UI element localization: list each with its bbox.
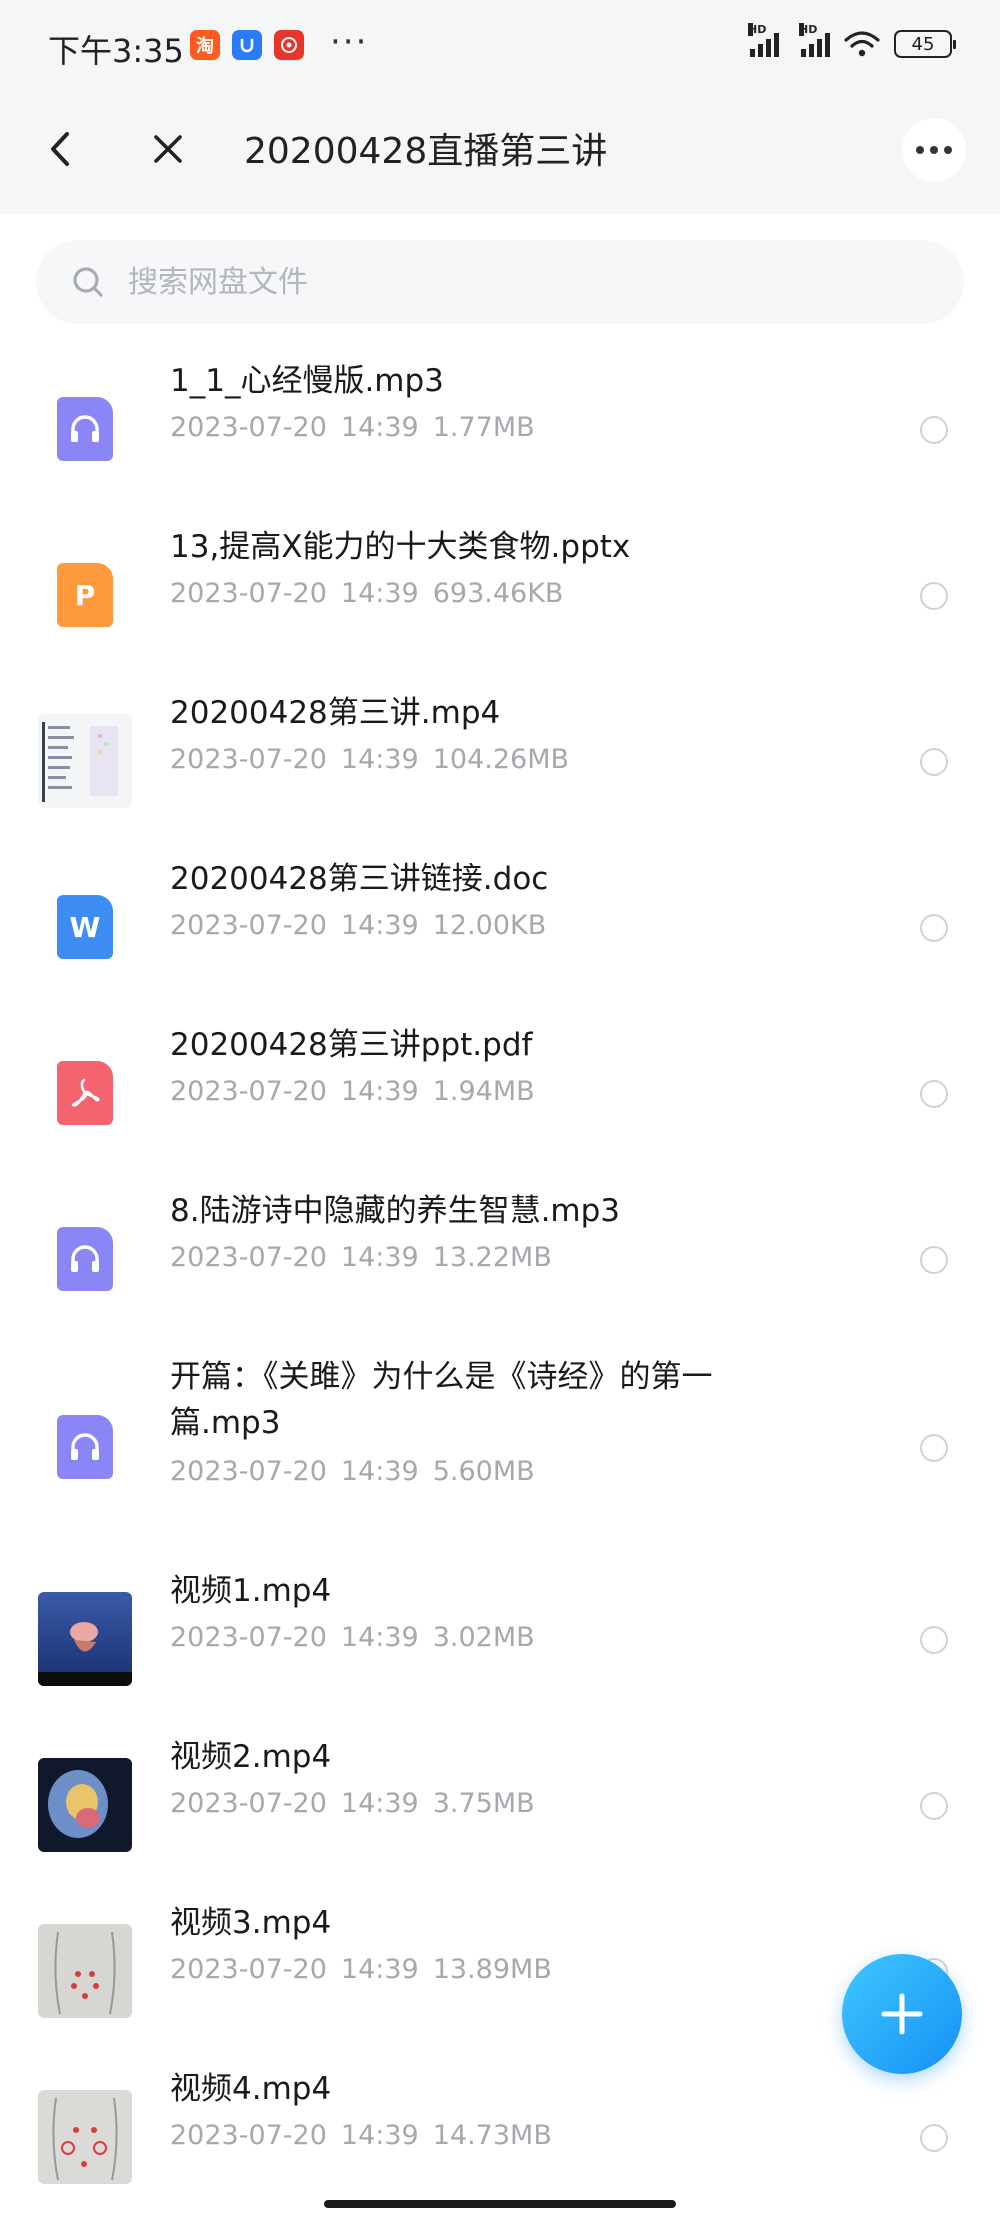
file-row[interactable]: W 20200428第三讲链接.doc 2023-07-20 14:39 12.00… [0,842,1000,1008]
file-name: 13,提高X能力的十大类食物.pptx [170,529,631,565]
file-name: 视频3.mp4 [170,1905,332,1941]
back-button[interactable] [40,124,80,174]
file-meta: 2023-07-20 14:39 1.77MB [170,412,535,443]
search-bar[interactable] [36,240,964,324]
select-checkbox[interactable] [920,1434,948,1462]
file-row[interactable]: 1_1_心经慢版.mp3 2023-07-20 14:39 1.77MB [0,344,1000,510]
file-list: 1_1_心经慢版.mp3 2023-07-20 14:39 1.77MB P 13,… [0,344,1000,2218]
app-notification-icon [232,30,262,60]
select-checkbox[interactable] [920,914,948,942]
file-meta: 2023-07-20 14:39 104.26MB [170,744,570,775]
audio-file-icon [38,1212,132,1306]
file-name: 视频1.mp4 [170,1573,332,1609]
file-name: 20200428第三讲ppt.pdf [170,1027,533,1063]
file-name: 视频4.mp4 [170,2071,332,2107]
file-name: 开篇：《关雎》为什么是《诗经》的第一篇.mp3 [170,1359,713,1441]
taobao-icon: 淘 [190,30,220,60]
select-checkbox[interactable] [920,1792,948,1820]
file-name: 1_1_心经慢版.mp3 [170,363,444,399]
pdf-file-icon [38,1046,132,1140]
file-name: 8.陆游诗中隐藏的养生智慧.mp3 [170,1193,621,1229]
add-button[interactable] [842,1954,962,2074]
file-row[interactable]: 20200428第三讲ppt.pdf 2023-07-20 14:39 1.94MB [0,1008,1000,1174]
file-row[interactable]: 8.陆游诗中隐藏的养生智慧.mp3 2023-07-20 14:39 13.22MB [0,1174,1000,1340]
file-meta: 2023-07-20 14:39 13.22MB [170,1242,552,1273]
audio-file-icon [38,382,132,476]
more-icon [916,146,952,154]
signal-2-icon: HD [799,23,830,57]
search-input[interactable] [128,264,908,300]
wifi-icon [844,31,880,57]
file-name: 视频2.mp4 [170,1739,332,1775]
more-options-button[interactable] [902,118,966,182]
file-row[interactable]: 视频4.mp4 2023-07-20 14:39 14.73MB [0,2052,1000,2218]
file-meta: 2023-07-20 14:39 1.94MB [170,1076,535,1107]
page-title: 20200428直播第三讲 [244,131,608,172]
battery-icon: 45 [894,30,956,58]
video-thumbnail [38,714,132,808]
select-checkbox[interactable] [920,582,948,610]
file-meta: 2023-07-20 14:39 3.75MB [170,1788,535,1819]
select-checkbox[interactable] [920,1626,948,1654]
file-row[interactable]: 20200428第三讲.mp4 2023-07-20 14:39 104.26MB [0,676,1000,842]
video-thumbnail [38,1924,132,2018]
select-checkbox[interactable] [920,2124,948,2152]
chevron-left-icon [51,132,69,166]
file-meta: 2023-07-20 14:39 3.02MB [170,1622,535,1653]
file-row[interactable]: 视频2.mp4 2023-07-20 14:39 3.75MB [0,1720,1000,1886]
home-indicator[interactable] [324,2200,676,2208]
file-meta: 2023-07-20 14:39 13.89MB [170,1954,552,1985]
file-meta: 2023-07-20 14:39 5.60MB [170,1456,535,1487]
close-icon [154,135,182,163]
status-app-icons: 淘 [190,30,304,60]
status-right-icons: HD HD 45 [748,23,956,58]
ppt-file-icon: P [38,548,132,642]
status-more-icon: ··· [330,22,369,62]
select-checkbox[interactable] [920,1246,948,1274]
search-icon [73,267,103,297]
audio-file-icon [38,1400,132,1494]
video-thumbnail [38,1758,132,1852]
file-name: 20200428第三讲链接.doc [170,861,549,897]
file-meta: 2023-07-20 14:39 14.73MB [170,2120,552,2151]
file-meta: 2023-07-20 14:39 12.00KB [170,910,547,941]
word-file-icon: W [38,880,132,974]
video-thumbnail [38,2090,132,2184]
file-meta: 2023-07-20 14:39 693.46KB [170,578,564,609]
signal-1-icon: HD [748,23,779,57]
file-row[interactable]: 开篇：《关雎》为什么是《诗经》的第一篇.mp3 2023-07-20 14:39 5… [0,1340,1000,1554]
nav-header: 20200428直播第三讲 [0,84,1000,214]
video-thumbnail [38,1592,132,1686]
file-name: 20200428第三讲.mp4 [170,695,501,731]
close-button[interactable] [148,124,188,174]
status-bar: 下午3:35 淘 ··· HD HD 45 [0,0,1000,84]
plus-icon [881,1993,923,2035]
status-time: 下午3:35 [48,32,184,70]
pinduoduo-icon [274,30,304,60]
select-checkbox[interactable] [920,1080,948,1108]
file-row[interactable]: P 13,提高X能力的十大类食物.pptx 2023-07-20 14:39 693… [0,510,1000,676]
select-checkbox[interactable] [920,748,948,776]
file-row[interactable]: 视频1.mp4 2023-07-20 14:39 3.02MB [0,1554,1000,1720]
select-checkbox[interactable] [920,416,948,444]
